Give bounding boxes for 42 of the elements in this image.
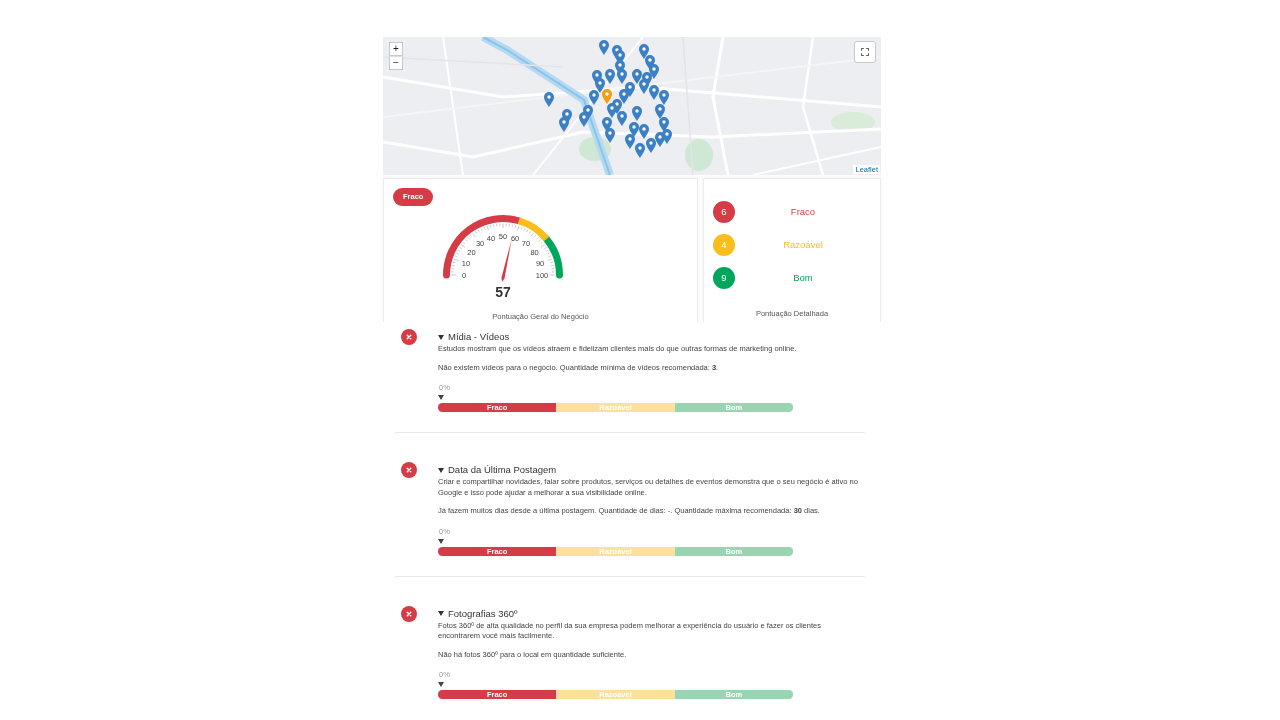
section-toggle[interactable]: Fotografias 360º (438, 606, 518, 621)
count-badge: 4 (713, 234, 735, 256)
map-pin-icon[interactable] (629, 122, 639, 137)
gauge-value: 57 (495, 284, 511, 300)
map-pin-icon[interactable] (649, 64, 659, 79)
map-pin-icon[interactable] (579, 112, 589, 127)
map-pin-icon[interactable] (649, 85, 659, 100)
map-pin-icon[interactable] (632, 69, 642, 84)
map-pin-icon[interactable] (635, 143, 645, 158)
map-pin-icon[interactable] (605, 69, 615, 84)
map-pin-icon[interactable] (605, 128, 615, 143)
map-pin-icon[interactable] (607, 103, 617, 118)
rating-label: Fraco (789, 206, 817, 218)
map-pin-icon[interactable] (544, 92, 554, 107)
map-pin-icon[interactable] (617, 111, 627, 126)
fullscreen-icon (861, 48, 869, 56)
section-toggle[interactable]: Mídia - Vídeos (438, 330, 510, 344)
map-pin-icon[interactable] (625, 134, 635, 149)
map-pin-icon[interactable] (659, 90, 669, 105)
map-pin-icon[interactable] (617, 69, 627, 84)
zoom-in-button[interactable]: + (389, 42, 403, 56)
map-pin-icon[interactable] (639, 44, 649, 59)
map-pin-icon[interactable] (619, 89, 629, 104)
fullscreen-button[interactable] (854, 41, 876, 63)
map-pin-icon[interactable] (602, 89, 612, 104)
map-pin-icon[interactable] (595, 78, 605, 93)
rating-label: Razoável (782, 239, 824, 251)
map-pin-icon[interactable] (659, 117, 669, 132)
map-pin-icon[interactable] (662, 129, 672, 144)
map-pin-icon[interactable] (639, 124, 649, 139)
map-pin-icon[interactable] (589, 90, 599, 105)
rating-label: Bom (792, 272, 814, 284)
map-pin-icon[interactable] (646, 138, 656, 153)
map-pin-icon[interactable] (599, 40, 609, 55)
section-toggle[interactable]: Data da Última Postagem (438, 463, 557, 477)
count-badge: 6 (713, 201, 735, 223)
map-pin-icon[interactable] (639, 79, 649, 94)
map-pin-icon[interactable] (632, 106, 642, 121)
count-badge: 9 (713, 267, 735, 289)
map-pin-icon[interactable] (655, 104, 665, 119)
map-pin-icon[interactable] (559, 117, 569, 132)
zoom-out-button[interactable]: − (389, 56, 403, 70)
